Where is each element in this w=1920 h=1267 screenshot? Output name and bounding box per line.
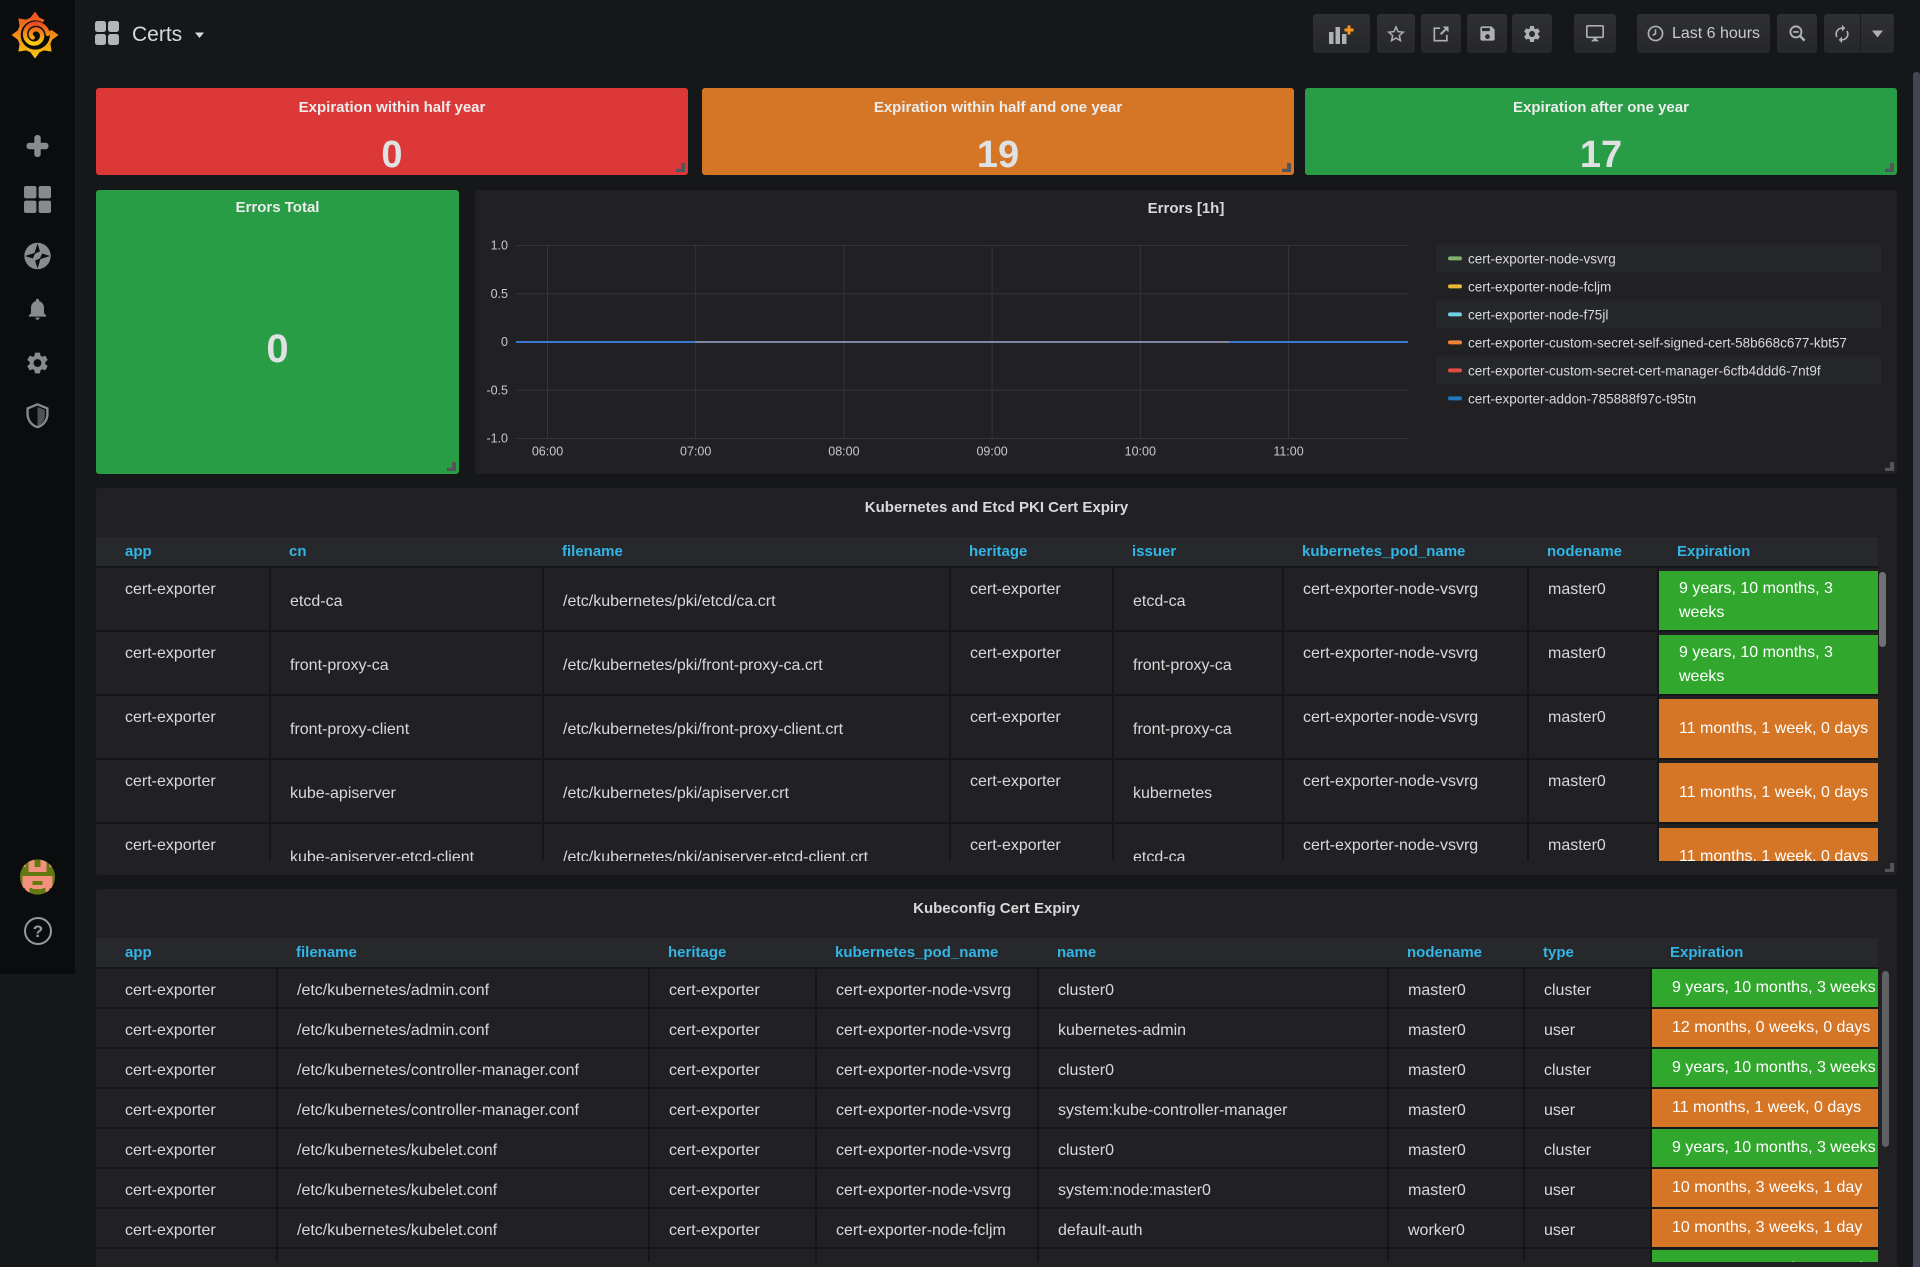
svg-text:-1.0: -1.0 [486,432,508,446]
svg-text:cert-exporter-node-fcljm: cert-exporter-node-fcljm [1468,279,1611,294]
svg-text:cert-exporter-custom-secret-ce: cert-exporter-custom-secret-cert-manager… [1468,363,1821,378]
svg-text:0: 0 [501,335,508,349]
svg-text:09:00: 09:00 [976,445,1007,459]
svg-text:0.5: 0.5 [491,287,508,301]
svg-text:cert-exporter-custom-secret-se: cert-exporter-custom-secret-self-signed-… [1468,335,1847,350]
svg-text:?: ? [32,922,42,941]
svg-text:08:00: 08:00 [828,445,859,459]
svg-text:cert-exporter-node-f75jl: cert-exporter-node-f75jl [1468,307,1608,322]
svg-text:1.0: 1.0 [491,239,508,253]
svg-text:06:00: 06:00 [532,445,563,459]
svg-text:-0.5: -0.5 [486,383,508,397]
svg-text:cert-exporter-node-vsvrg: cert-exporter-node-vsvrg [1468,251,1616,266]
svg-text:07:00: 07:00 [680,445,711,459]
svg-text:10:00: 10:00 [1125,445,1156,459]
svg-text:11:00: 11:00 [1273,445,1303,459]
svg-text:cert-exporter-addon-785888f97c: cert-exporter-addon-785888f97c-t95tn [1468,391,1696,406]
